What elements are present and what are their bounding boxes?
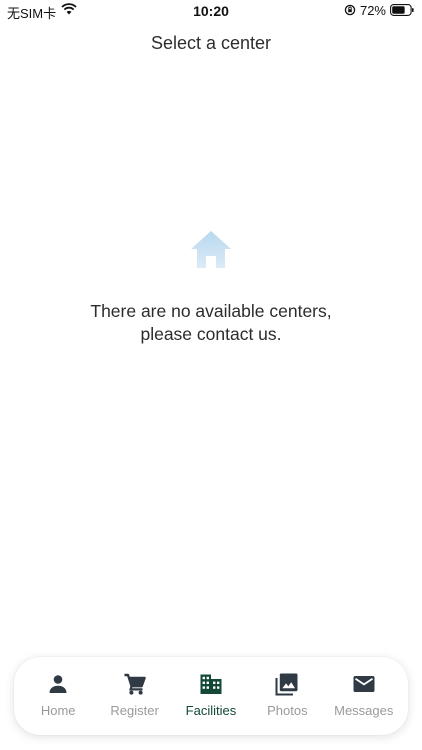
empty-state-message: There are no available centers, please c… — [40, 300, 382, 346]
empty-state-line-2: please contact us. — [140, 324, 282, 344]
cart-icon — [124, 673, 146, 695]
building-icon — [200, 674, 222, 694]
mail-icon — [353, 676, 375, 692]
bottom-tab-bar: Home Register Facilities Photos Messages — [14, 657, 408, 735]
battery-icon — [390, 4, 414, 16]
tab-register-label: Register — [110, 703, 159, 718]
orientation-lock-icon — [344, 4, 356, 16]
tab-facilities[interactable]: Facilities — [174, 666, 248, 726]
tab-register[interactable]: Register — [98, 666, 172, 726]
person-icon — [49, 675, 67, 693]
tab-messages-label: Messages — [334, 703, 394, 718]
photos-icon — [275, 673, 298, 696]
tab-messages[interactable]: Messages — [327, 666, 401, 726]
tab-photos-label: Photos — [267, 703, 308, 718]
tab-home-label: Home — [40, 703, 76, 718]
battery-percent: 72% — [359, 2, 386, 18]
tab-photos[interactable]: Photos — [250, 666, 324, 726]
tab-facilities-label: Facilities — [185, 703, 237, 718]
page-title: Select a center — [150, 33, 272, 53]
tab-home[interactable]: Home — [21, 666, 95, 726]
empty-state-line-1: There are no available centers, — [90, 301, 332, 321]
home-icon — [191, 231, 231, 268]
status-bar: 无SIM卡 10:20 72% — [0, 0, 422, 22]
